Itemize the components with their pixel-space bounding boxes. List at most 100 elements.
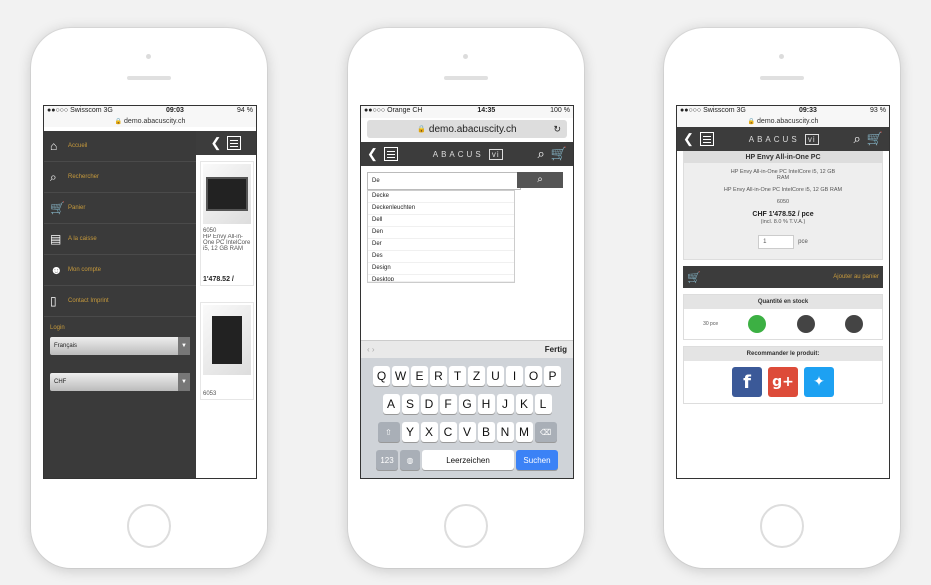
key-y[interactable]: Y [401,422,419,442]
suggestion-item[interactable]: Des [368,251,514,263]
search-icon[interactable]: ⌕ [538,146,545,162]
logo[interactable]: ABACUS vi [714,133,854,145]
numbers-key[interactable]: 123 [376,450,398,470]
facebook-icon[interactable]: f [732,367,762,397]
lock-icon: 🔒 [417,126,427,133]
twitter-icon[interactable]: ✦ [804,367,834,397]
product-card-2[interactable]: 6053 [200,302,254,400]
suggestion-item[interactable]: Dell [368,215,514,227]
cart-icon[interactable]: 🛒 [551,146,567,162]
key-a[interactable]: A [382,394,400,414]
google-plus-icon[interactable]: g+ [768,367,798,397]
key-n[interactable]: N [496,422,514,442]
top-bar: ❮ ABACUS vi ⌕ 🛒 [677,127,889,151]
menu-item-panier[interactable]: 🛒 Panier [44,193,196,224]
back-icon[interactable]: ❮ [211,135,222,151]
key-i[interactable]: I [506,366,523,386]
language-select[interactable]: Français ▼ [50,337,190,355]
screen: ●●○○○ Orange CH 14:35 100 % 🔒 demo.abacu… [360,105,574,479]
key-t[interactable]: T [449,366,466,386]
key-j[interactable]: J [496,394,514,414]
suggestion-item[interactable]: Design [368,263,514,275]
suggestion-item[interactable]: Deckenleuchten [368,203,514,215]
menu-item-rechercher[interactable]: ⌕ Rechercher [44,162,196,193]
back-icon[interactable]: ❮ [683,131,694,147]
menu-item-contact[interactable]: ▯ Contact Imprint [44,286,196,317]
backspace-icon[interactable]: ⌫ [534,422,557,442]
menu-icon[interactable] [227,136,242,150]
key-l[interactable]: L [534,394,552,414]
space-key[interactable]: Leerzeichen [422,450,514,470]
key-g[interactable]: G [458,394,476,414]
quantity-input[interactable]: 1 [758,235,795,249]
product-title: HP Envy All-in-One PC [684,152,882,163]
search-icon[interactable]: ⌕ [854,131,861,147]
cart-icon[interactable]: 🛒 [867,131,883,147]
top-bar: ❮ ABACUS vi ⌕ 🛒 [361,142,573,166]
chevron-down-icon: ▼ [178,337,190,355]
key-r[interactable]: R [430,366,447,386]
battery: 94 % [237,107,253,114]
url-text: demo.abacuscity.ch [428,123,517,135]
phone-mockup-menu: ●●○○○ Swisscom 3G 09:03 94 % 🔒 demo.abac… [31,28,267,568]
suggestion-item[interactable]: Den [368,227,514,239]
nav-arrows[interactable]: ‹ › [367,345,375,354]
menu-item-caisse[interactable]: ▤ A la caisse [44,224,196,255]
globe-icon[interactable]: ◍ [400,450,420,470]
suggestion-item[interactable]: Decke [368,191,514,203]
menu-icon[interactable] [699,132,714,146]
key-row-3: ⇧ Y X C V B N M ⌫ [361,422,573,442]
key-d[interactable]: D [420,394,438,414]
url-bar[interactable]: 🔒 demo.abacuscity.ch [44,118,256,127]
search-icon: ⌕ [537,174,543,185]
search-button[interactable]: ⌕ [517,172,563,188]
done-button[interactable]: Fertig [545,345,567,354]
key-w[interactable]: W [392,366,409,386]
reload-icon[interactable]: ↻ [553,124,561,135]
suggestion-item[interactable]: Desktop [368,275,514,282]
stock-section: Quantité en stock 30 pce [683,294,883,340]
home-button[interactable] [760,504,804,548]
product-card[interactable]: 6050 HP Envy All-in-One PC IntelCore i5,… [200,161,254,286]
recommend-header: Recommander le produit: [684,347,882,361]
key-s[interactable]: S [401,394,419,414]
key-q[interactable]: Q [373,366,390,386]
key-b[interactable]: B [477,422,495,442]
product-image [203,305,251,375]
key-m[interactable]: M [515,422,533,442]
key-k[interactable]: K [515,394,533,414]
add-to-cart-button[interactable]: 🛒 Ajouter au panier [683,266,883,288]
url-bar[interactable]: 🔒 demo.abacuscity.ch ↻ [367,120,567,138]
key-u[interactable]: U [487,366,504,386]
url-bar[interactable]: 🔒 demo.abacuscity.ch [677,118,889,127]
phone-mockup-product: ●●○○○ Swisscom 3G 09:33 93 % 🔒 demo.abac… [664,28,900,568]
keyboard: QWERTZUIOP ASDFGHJKL ⇧ Y X C V B N M ⌫ 123 ◍ Lee… [361,358,573,478]
key-x[interactable]: X [420,422,438,442]
key-f[interactable]: F [439,394,457,414]
menu-icon[interactable] [383,147,398,161]
suggestion-item[interactable]: Der [368,239,514,251]
key-v[interactable]: V [458,422,476,442]
menu-item-compte[interactable]: ☻ Mon compte [44,255,196,286]
key-o[interactable]: O [525,366,542,386]
key-row-2: ASDFGHJKL [361,394,573,414]
logo[interactable]: ABACUS vi [398,148,538,160]
tower-image [212,316,242,364]
key-h[interactable]: H [477,394,495,414]
search-key[interactable]: Suchen [516,450,558,470]
search-input[interactable]: De [367,172,521,190]
page-behind-menu: ❮ 6050 HP Envy All-in-One PC IntelCore i… [196,131,256,478]
back-icon[interactable]: ❮ [367,146,378,162]
currency-select[interactable]: CHF ▼ [50,373,190,391]
home-button[interactable] [127,504,171,548]
home-button[interactable] [444,504,488,548]
suggestion-list: Decke Deckenleuchten Dell Den Der Des De… [367,190,515,283]
key-p[interactable]: P [544,366,561,386]
key-z[interactable]: Z [468,366,485,386]
speaker [127,76,171,80]
menu-item-accueil[interactable]: ⌂ Accueil [44,131,196,162]
battery: 93 % [870,107,886,114]
key-c[interactable]: C [439,422,457,442]
key-e[interactable]: E [411,366,428,386]
shift-icon[interactable]: ⇧ [377,422,400,442]
